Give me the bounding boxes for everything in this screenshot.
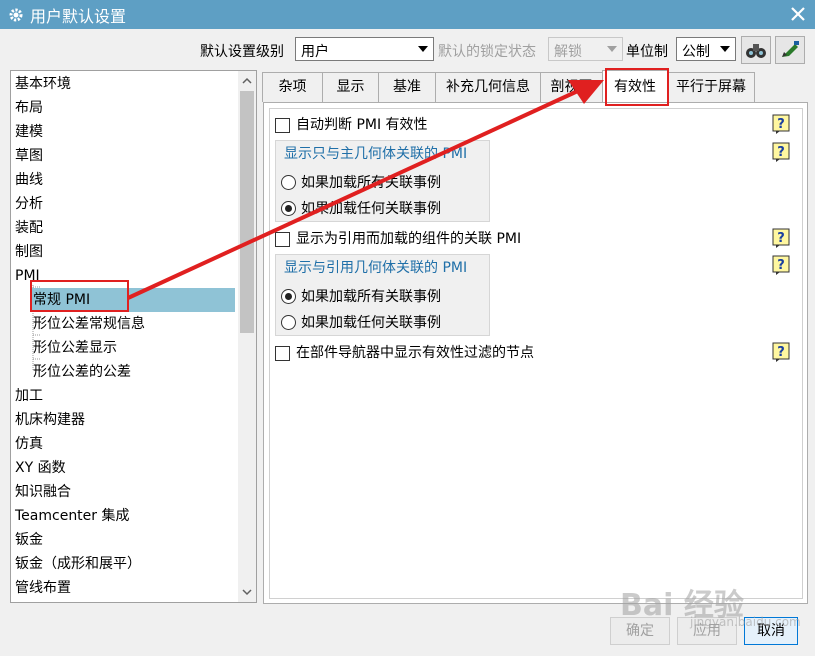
group2-radio-all[interactable] [281, 289, 296, 304]
nav-filter-checkbox[interactable] [275, 346, 290, 361]
tree-item-assembly[interactable]: 装配 [15, 216, 43, 240]
lock-label: 默认的锁定状态 [438, 44, 536, 60]
group-ref-geometry-pmi: 显示与引用几何体关联的 PMI 如果加载所有关联事例 如果加载任何关联事例 [275, 254, 490, 336]
unit-label: 单位制 [626, 44, 668, 60]
show-ref-checkbox[interactable] [275, 232, 290, 247]
lock-value: 解锁 [554, 44, 582, 60]
chevron-down-icon [418, 46, 428, 52]
level-select[interactable]: 用户 [295, 37, 434, 61]
tree-item-modeling[interactable]: 建模 [15, 120, 43, 144]
chevron-down-icon[interactable] [241, 586, 253, 598]
help-icon[interactable]: ? [772, 228, 790, 248]
window-title: 用户默认设置 [30, 6, 127, 26]
tab-datum[interactable]: 基准 [378, 72, 436, 102]
help-icon[interactable]: ? [772, 114, 790, 134]
auto-pmi-checkbox[interactable] [275, 118, 290, 133]
lock-select[interactable]: 解锁 [548, 37, 623, 61]
group2-title: 显示与引用几何体关联的 PMI [284, 260, 468, 276]
svg-text:?: ? [777, 117, 785, 132]
svg-text:?: ? [777, 345, 785, 360]
watermark-url: jingyan.baidu.com [690, 615, 801, 629]
group-main-geometry-pmi: 显示只与主几何体关联的 PMI 如果加载所有关联事例 如果加载任何关联事例 [275, 140, 490, 222]
toolbar: 默认设置级别 用户 默认的锁定状态 解锁 单位制 公制 [0, 33, 815, 65]
show-ref-label: 显示为引用而加载的组件的关联 PMI [296, 231, 522, 247]
level-label: 默认设置级别 [200, 44, 284, 60]
group2-opt1-label: 如果加载所有关联事例 [301, 289, 441, 305]
tree-item-analysis[interactable]: 分析 [15, 192, 43, 216]
help-icon[interactable]: ? [772, 255, 790, 275]
binoculars-icon [746, 44, 766, 58]
tree-item-simulation[interactable]: 仿真 [15, 432, 43, 456]
tab-parallel-to-screen[interactable]: 平行于屏幕 [667, 72, 755, 102]
tree-item-knowledge-fusion[interactable]: 知识融合 [15, 480, 71, 504]
category-tree[interactable]: 基本环境 布局 建模 草图 曲线 分析 装配 制图 PMI 常规 PMI 形位公… [10, 70, 257, 603]
level-value: 用户 [301, 44, 329, 60]
tree-item-machine-builder[interactable]: 机床构建器 [15, 408, 85, 432]
tree-item-sheet-metal[interactable]: 钣金 [15, 528, 43, 552]
tree-item-basic-env[interactable]: 基本环境 [15, 72, 71, 96]
tab-display[interactable]: 显示 [322, 72, 379, 102]
tree-item-manufacturing[interactable]: 加工 [15, 384, 43, 408]
tree-item-gdt-tolerance[interactable]: 形位公差的公差 [33, 360, 131, 384]
chevron-down-icon [607, 46, 617, 52]
group1-opt2-label: 如果加载任何关联事例 [301, 201, 441, 217]
chevron-down-icon [720, 46, 730, 52]
highlight-box-general-pmi [30, 280, 129, 312]
tree-item-gdt-general[interactable]: 形位公差常规信息 [33, 312, 145, 336]
svg-text:?: ? [777, 258, 785, 273]
scrollbar-thumb[interactable] [240, 91, 254, 333]
pencil-icon [782, 41, 799, 57]
tab-content-effectivity: 自动判断 PMI 有效性 ? 显示只与主几何体关联的 PMI 如果加载所有关联事… [263, 102, 808, 604]
tree-item-sketch[interactable]: 草图 [15, 144, 43, 168]
group1-opt1-label: 如果加载所有关联事例 [301, 175, 441, 191]
tab-misc[interactable]: 杂项 [262, 72, 323, 102]
tree-item-drafting[interactable]: 制图 [15, 240, 43, 264]
help-icon[interactable]: ? [772, 342, 790, 362]
svg-text:?: ? [777, 145, 785, 160]
group2-opt2-label: 如果加载任何关联事例 [301, 315, 441, 331]
tab-supplementary-geometry[interactable]: 补充几何信息 [435, 72, 541, 102]
tree-item-layout[interactable]: 布局 [15, 96, 43, 120]
tree-item-teamcenter[interactable]: Teamcenter 集成 [15, 504, 130, 528]
unit-value: 公制 [682, 44, 710, 60]
tab-section-view[interactable]: 剖视图 [540, 72, 603, 102]
chevron-up-icon[interactable] [241, 75, 253, 87]
auto-pmi-label: 自动判断 PMI 有效性 [296, 117, 428, 133]
nav-filter-label: 在部件导航器中显示有效性过滤的节点 [296, 345, 534, 361]
close-icon[interactable] [787, 3, 809, 25]
tree-item-xy-function[interactable]: XY 函数 [15, 456, 66, 480]
group1-radio-all[interactable] [281, 175, 296, 190]
group2-radio-any[interactable] [281, 315, 296, 330]
svg-text:?: ? [777, 231, 785, 246]
title-bar: 用户默认设置 [0, 0, 815, 29]
edit-button[interactable] [775, 36, 805, 64]
group1-title: 显示只与主几何体关联的 PMI [284, 146, 468, 162]
find-button[interactable] [741, 36, 771, 64]
tree-item-sheet-metal-forming[interactable]: 钣金（成形和展平） [15, 552, 141, 576]
highlight-box-effectivity-tab [605, 68, 669, 106]
unit-select[interactable]: 公制 [676, 37, 736, 61]
content-inner: 自动判断 PMI 有效性 ? 显示只与主几何体关联的 PMI 如果加载所有关联事… [269, 108, 803, 599]
group1-radio-any[interactable] [281, 201, 296, 216]
tree-item-curve[interactable]: 曲线 [15, 168, 43, 192]
help-icon[interactable]: ? [772, 142, 790, 162]
tree-scrollbar[interactable] [238, 71, 256, 602]
tree-item-routing[interactable]: 管线布置 [15, 576, 71, 600]
tree-item-gdt-display[interactable]: 形位公差显示 [33, 336, 117, 360]
gear-icon [9, 8, 23, 21]
